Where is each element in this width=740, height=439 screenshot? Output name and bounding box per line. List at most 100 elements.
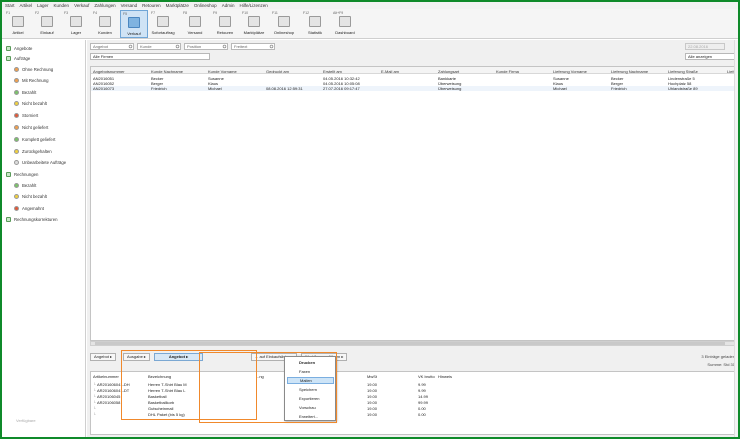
menu-item[interactable]: Verkauf: [74, 3, 89, 8]
filter-input[interactable]: Freitext: [231, 43, 275, 50]
date-field[interactable]: 22.08.2016: [685, 43, 725, 50]
shortcut-key: F9: [213, 11, 218, 15]
column-header[interactable]: Hinweis: [438, 374, 452, 379]
ribbon-button[interactable]: F5 Verkauf: [120, 10, 148, 38]
ribbon-label: Lager: [70, 30, 82, 35]
ribbon-button[interactable]: Alt+F9 Dashboard: [331, 10, 359, 38]
ribbon-button[interactable]: F4 Kunden: [91, 10, 119, 38]
column-header[interactable]: E-Mail am: [381, 69, 399, 74]
sidebar-item[interactable]: Mit Rechnung: [14, 76, 49, 85]
tree-connector-icon: └: [93, 382, 96, 387]
sidebar-item[interactable]: Nicht bezahlt: [14, 192, 47, 201]
column-header[interactable]: Artikelnummer: [93, 374, 119, 379]
table-row[interactable]: [91, 85, 734, 91]
ribbon-button[interactable]: F11 Onlineshop: [270, 10, 298, 38]
context-menu-item[interactable]: Drucken: [287, 359, 334, 366]
sidebar-item-label: Bezahlt: [22, 90, 37, 95]
search-icon[interactable]: [175, 44, 180, 49]
filter-input[interactable]: Angebot: [90, 43, 134, 50]
sidebar-item[interactable]: Komplett geliefert: [14, 135, 55, 144]
ribbon-button[interactable]: F1 Artikel: [4, 10, 32, 38]
menu-item[interactable]: Lager: [37, 3, 49, 8]
column-header[interactable]: Lieferung Straße: [668, 69, 698, 74]
horizontal-scrollbar[interactable]: [90, 341, 735, 346]
search-icon[interactable]: [269, 44, 274, 49]
menu-item[interactable]: Hilfe/Lizenzen: [239, 3, 267, 8]
scrollbar-thumb[interactable]: [95, 342, 725, 345]
menu-item[interactable]: Marktplätze: [166, 3, 189, 8]
column-header[interactable]: Kunde Firma: [496, 69, 519, 74]
ribbon-button[interactable]: F7 Sofortauftrag: [149, 10, 177, 38]
ribbon-button[interactable]: F10 Marktplätze: [240, 10, 268, 38]
ribbon-button[interactable]: F9 Retouren: [211, 10, 239, 38]
column-header[interactable]: ...ng: [256, 374, 264, 379]
ribbon-button[interactable]: F12 Statistik: [301, 10, 329, 38]
column-header[interactable]: Angebotsnummer: [93, 69, 125, 74]
column-header[interactable]: Bezeichnung: [148, 374, 171, 379]
context-menu-item[interactable]: Erweitert...: [287, 413, 334, 420]
offer-button[interactable]: Angebot ▸: [90, 353, 117, 361]
context-menu-item[interactable]: Faxen: [287, 368, 334, 375]
menu-item[interactable]: Zahlungen: [94, 3, 115, 8]
menu-item[interactable]: Artikel: [20, 3, 33, 8]
sidebar-item[interactable]: Rechnungen: [6, 170, 38, 179]
company-dropdown[interactable]: Alle Firmen: [90, 53, 210, 60]
output-button[interactable]: Ausgabe ▸: [123, 353, 150, 361]
sidebar-item[interactable]: Angemahnt: [14, 204, 44, 213]
menu-item[interactable]: Retouren: [142, 3, 161, 8]
offer-output-submenu[interactable]: Angebot ▸: [154, 353, 203, 361]
sidebar-item[interactable]: Nicht bezahlt: [14, 99, 47, 108]
column-header[interactable]: VK brutto: [418, 374, 435, 379]
column-header[interactable]: Zahlungsart: [438, 69, 459, 74]
column-header[interactable]: Lieferung Vorname: [553, 69, 587, 74]
table-cell: 14.99: [418, 394, 429, 399]
status-icon: [14, 194, 19, 199]
shortcut-key: Alt+F9: [333, 11, 344, 15]
column-header[interactable]: Gedruckt am: [266, 69, 289, 74]
sidebar-item-label: Ohne Rechnung: [22, 67, 54, 72]
filter-input[interactable]: Position: [184, 43, 228, 50]
sidebar-item[interactable]: Nicht geliefert: [14, 123, 48, 132]
menu-item[interactable]: Kunden: [54, 3, 70, 8]
column-header[interactable]: Lieferung Nachname: [611, 69, 648, 74]
context-menu-item[interactable]: Vorschau: [287, 404, 334, 411]
ribbon-button[interactable]: F3 Lager: [62, 10, 90, 38]
sidebar-item-label: Bezahlt: [22, 183, 37, 188]
menu-item[interactable]: Versand: [121, 3, 138, 8]
status-icon: [14, 78, 19, 83]
status-icon: [6, 217, 11, 222]
offers-table: Angebotsnummer Kunde Nachname Kunde Vornam…: [90, 66, 735, 341]
filter-dropdown[interactable]: Alle anzeigen: [685, 53, 737, 60]
table-cell: 19.00: [367, 400, 378, 405]
filter-input[interactable]: Kunde: [137, 43, 181, 50]
context-menu-item[interactable]: Speichern: [287, 386, 334, 393]
status-icon: [14, 160, 19, 165]
search-icon[interactable]: [222, 44, 227, 49]
ribbon-button[interactable]: F8 Versand: [181, 10, 209, 38]
ribbon-toolbar: F1 Artikel F2 Einkauf F3 Lager F4 Kunden F5 Verka…: [2, 9, 738, 39]
shortcut-key: F11: [272, 11, 278, 15]
ribbon-label: Statistik: [307, 30, 322, 35]
ribbon-button[interactable]: F2 Einkauf: [33, 10, 61, 38]
ribbon-label: Dashboard: [335, 30, 355, 35]
sidebar-item[interactable]: Ohne Rechnung: [14, 65, 53, 74]
menu-item[interactable]: Onlineshop: [194, 3, 217, 8]
sidebar-item[interactable]: Bezahlt: [14, 181, 36, 190]
column-header[interactable]: Kunde Vorname: [208, 69, 237, 74]
sidebar-item[interactable]: Unbearbeitete Aufträge: [14, 158, 66, 167]
sidebar-item[interactable]: Bezahlt: [14, 88, 36, 97]
menu-item[interactable]: Start: [5, 3, 15, 8]
menu-item[interactable]: Admin: [222, 3, 235, 8]
sidebar-item[interactable]: Storniert: [14, 111, 38, 120]
column-header[interactable]: MwSt: [367, 374, 377, 379]
sidebar-item[interactable]: Aufträge: [6, 54, 30, 63]
context-menu-item[interactable]: Mailen: [287, 377, 334, 384]
context-menu-item[interactable]: Exportieren: [287, 395, 334, 402]
vertical-scrollbar[interactable]: [734, 40, 738, 437]
sidebar-item[interactable]: Zurückgehalten: [14, 147, 52, 156]
column-header[interactable]: Kunde Nachname: [151, 69, 183, 74]
search-icon[interactable]: [128, 44, 133, 49]
column-header[interactable]: Erstellt am: [323, 69, 342, 74]
sidebar-item[interactable]: Angebote: [6, 44, 32, 53]
sidebar-item[interactable]: Rechnungskorrekturen: [6, 215, 57, 224]
